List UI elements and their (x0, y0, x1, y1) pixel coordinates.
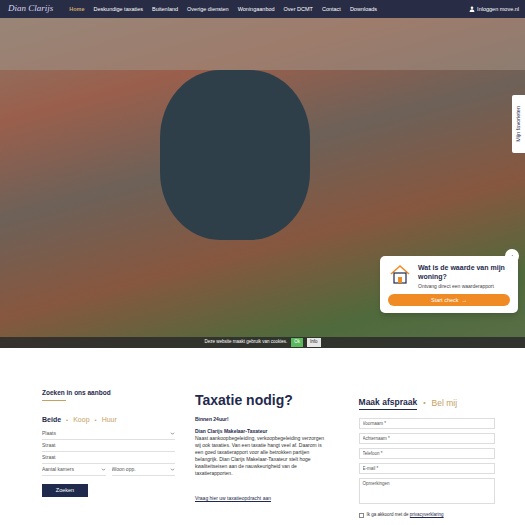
favorites-label[interactable]: Mijn favorieten (514, 106, 522, 142)
nav-item[interactable]: Over DCMT (284, 5, 313, 13)
search-tab[interactable]: Koop (73, 415, 89, 426)
nav-item[interactable]: Overige diensten (187, 5, 229, 13)
search-tabs: Beide • Koop • Huur (42, 415, 175, 426)
valuation-popup: Wat is de waarde van mijn woning? Ontvang… (380, 256, 518, 313)
popup-title: Wat is de waarde van mijn woning? (418, 263, 510, 281)
consent-checkbox[interactable] (359, 513, 364, 518)
taxatie-lead: Binnen 24uur! (195, 416, 327, 424)
search-field[interactable] (42, 452, 175, 464)
consent-text: Ik ga akkoord met de (367, 512, 410, 517)
content-section: Zoeken in ons aanbod Beide • Koop • Huur Zoeke… (0, 348, 525, 519)
nav-item[interactable]: Home (69, 5, 84, 13)
search-title: Zoeken in ons aanbod (42, 388, 175, 398)
search-column: Zoeken in ons aanbod Beide • Koop • Huur Zoeke… (42, 388, 175, 519)
appointment-form (359, 418, 495, 504)
logo[interactable]: Dian Clarijs (8, 2, 53, 16)
search-row (42, 428, 175, 440)
cookie-bar: Deze website maakt gebruik van cookies. O… (0, 337, 525, 348)
popup-head: Wat is de waarde van mijn woning? Ontvang… (388, 263, 510, 289)
nav-item[interactable]: Contact (322, 5, 341, 13)
nav-item[interactable]: Woningaanbod (238, 5, 275, 13)
search-tab[interactable]: Beide (42, 415, 61, 426)
nav-item[interactable]: Downloads (350, 5, 377, 13)
search-row (42, 452, 175, 464)
favorites-tab[interactable]: Mijn favorieten (512, 95, 525, 153)
start-check-button[interactable]: Start check→ (388, 294, 510, 306)
search-tab[interactable]: Huur (102, 415, 117, 426)
search-input[interactable] (112, 466, 171, 474)
taxatie-column: Taxatie nodig? Binnen 24uur! Dian Clarijs … (195, 388, 327, 519)
nav-menu: Home Deskundige taxaties Buitenland Overige… (69, 5, 463, 13)
login-link[interactable]: Inloggen move.nl (469, 5, 519, 13)
search-field[interactable] (42, 440, 175, 452)
arrow-icon[interactable]: → (462, 296, 468, 304)
appointment-tab[interactable]: Bel mij (432, 397, 458, 410)
search-field[interactable] (42, 464, 106, 476)
cookie-ok-button[interactable]: Ok (291, 338, 303, 347)
form-field[interactable] (359, 418, 495, 429)
top-nav: Dian Clarijs Home Deskundige taxaties Buite… (0, 0, 525, 18)
popup-text: Wat is de waarde van mijn woning? Ontvang… (418, 263, 510, 289)
start-check-label[interactable]: Start check (431, 296, 459, 304)
cookie-info-button[interactable]: Info (307, 338, 321, 347)
nav-item[interactable]: Deskundige taxaties (94, 5, 144, 13)
house-icon (388, 263, 412, 285)
harbor-water (160, 70, 310, 240)
search-button-label[interactable]: Zoeken (56, 486, 74, 494)
form-field[interactable] (359, 463, 495, 474)
tab-separator: • (423, 398, 425, 409)
taxatie-subtitle: Dian Clarijs Makelaar-Taxateur (195, 428, 327, 436)
taxatie-link[interactable]: Vraag hier uw taxatieopdracht aan (195, 495, 327, 503)
chevron-down-icon (101, 467, 106, 472)
chevron-down-icon (170, 431, 175, 436)
search-button[interactable]: Zoeken (42, 484, 88, 496)
form-field[interactable] (359, 448, 495, 459)
consent-label: Ik ga akkoord met de privacyverklaring (367, 512, 444, 519)
popup-subtitle: Ontvang direct een waarderapport (418, 283, 510, 289)
hero-photo: Dian Clarijs Home Deskundige taxaties Buite… (0, 0, 525, 348)
cookie-text: Deze website maakt gebruik van cookies. (204, 339, 287, 346)
search-row (42, 440, 175, 452)
chevron-down-icon (170, 467, 175, 472)
tab-separator: • (95, 416, 97, 425)
search-input[interactable] (42, 430, 170, 438)
login-text[interactable]: Inloggen move.nl (477, 5, 519, 13)
taxatie-body: Naast aankoopbegeleiding, verkoopbegelei… (195, 435, 327, 477)
appointment-tab[interactable]: Maak afspraak (359, 396, 418, 410)
user-icon (469, 6, 475, 12)
consent-row: Ik ga akkoord met de privacyverklaring (359, 512, 495, 519)
search-row (42, 464, 175, 476)
comments-field[interactable] (359, 478, 495, 504)
search-input[interactable] (42, 466, 101, 474)
nav-item[interactable]: Buitenland (152, 5, 178, 13)
search-input[interactable] (42, 442, 175, 450)
taxatie-title: Taxatie nodig? (195, 392, 327, 408)
search-field[interactable] (112, 464, 176, 476)
form-field[interactable] (359, 433, 495, 444)
search-field[interactable] (42, 428, 175, 440)
privacy-link[interactable]: privacyverklaring (410, 512, 444, 517)
search-input[interactable] (42, 454, 175, 462)
appointment-column: Maak afspraak • Bel mij Ik ga akkoord met d… (359, 388, 495, 519)
tab-separator: • (66, 416, 68, 425)
appointment-tabs: Maak afspraak • Bel mij (359, 396, 495, 410)
title-underline (42, 400, 66, 401)
